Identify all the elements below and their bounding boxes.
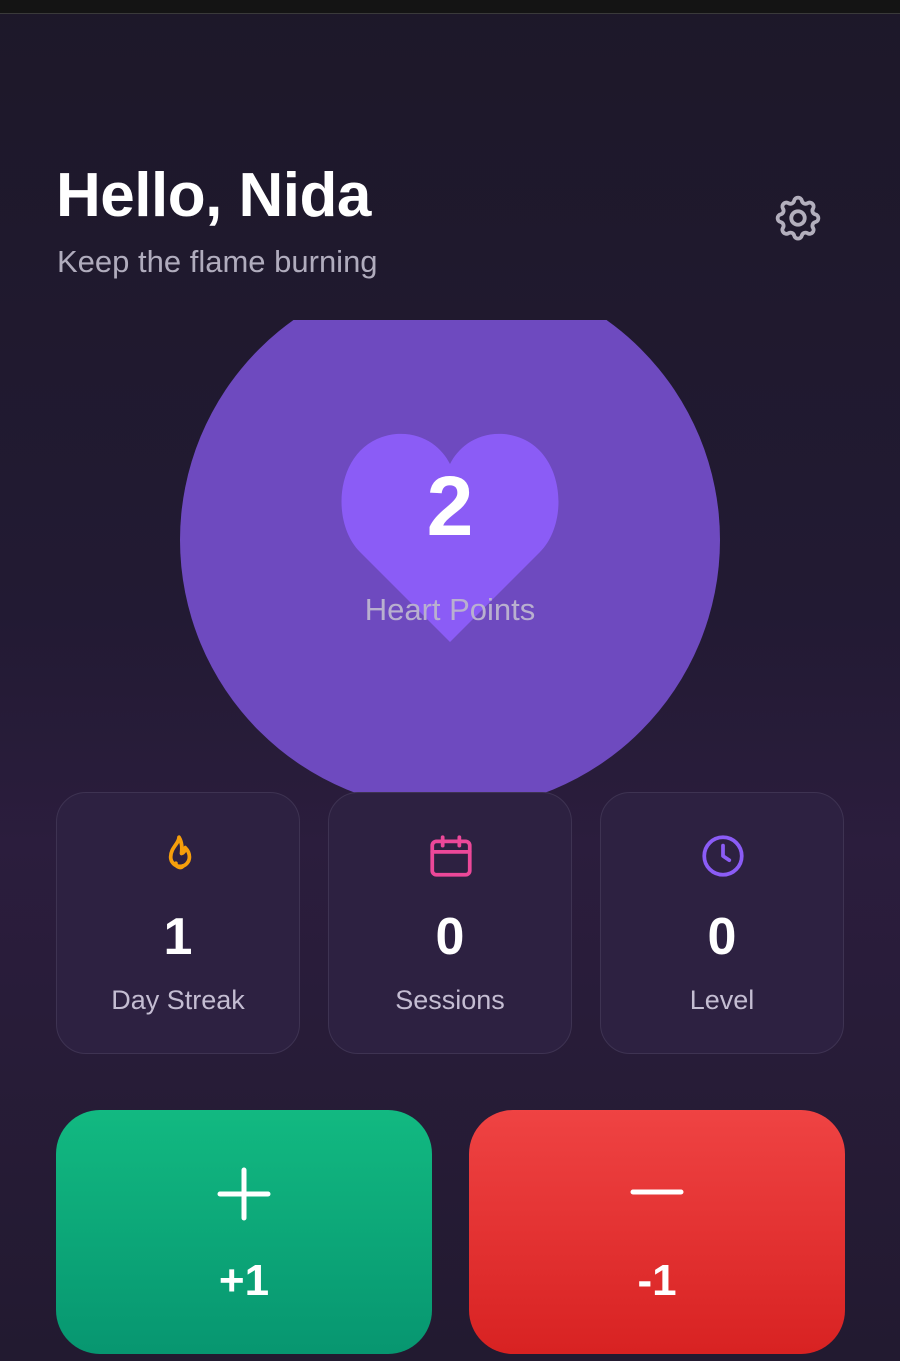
plus-icon <box>217 1167 271 1221</box>
increment-button[interactable]: +1 <box>56 1110 432 1354</box>
stat-card-level: 0 Level <box>600 792 844 1054</box>
heart-points-label: Heart Points <box>364 592 536 627</box>
stat-label-level: Level <box>689 985 755 1015</box>
greeting-title: Hello, Nida <box>56 161 371 230</box>
window-top-bar <box>0 0 900 14</box>
clock-icon <box>702 835 744 877</box>
decrement-button[interactable]: -1 <box>469 1110 845 1354</box>
gear-icon <box>775 195 821 241</box>
stat-card-sessions: 0 Sessions <box>328 792 572 1054</box>
stat-card-streak: 1 Day Streak <box>56 792 300 1054</box>
minus-icon <box>630 1189 684 1195</box>
stat-value-level: 0 <box>707 908 737 966</box>
decrement-label: -1 <box>637 1256 677 1305</box>
greeting-subtitle: Keep the flame burning <box>57 244 378 279</box>
stat-label-streak: Day Streak <box>111 985 245 1015</box>
settings-button[interactable] <box>768 188 828 248</box>
heart-points-value: 2 <box>426 459 474 553</box>
stat-value-sessions: 0 <box>435 908 465 966</box>
calendar-icon <box>430 835 472 877</box>
stat-label-sessions: Sessions <box>395 985 505 1015</box>
increment-label: +1 <box>218 1256 270 1305</box>
flame-icon <box>168 835 192 870</box>
stat-value-streak: 1 <box>163 908 193 966</box>
